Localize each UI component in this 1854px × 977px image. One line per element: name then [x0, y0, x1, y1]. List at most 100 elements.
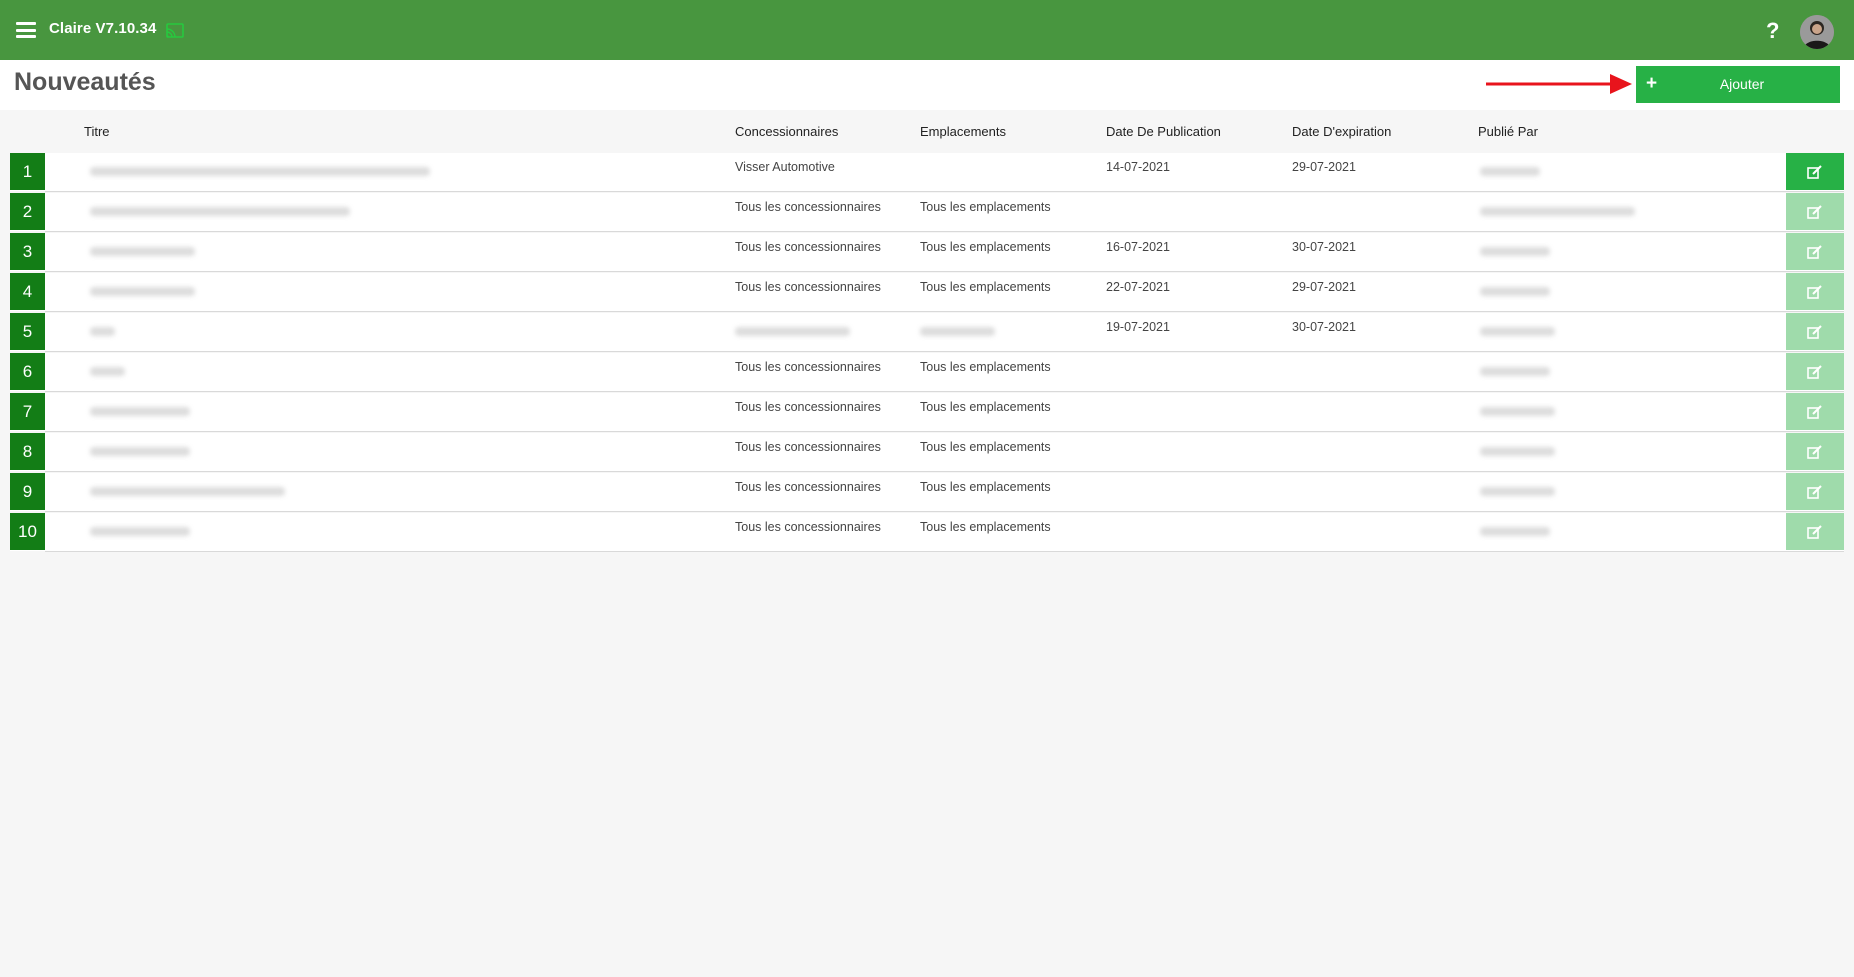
title-redacted: [90, 207, 350, 216]
table-row[interactable]: 10 Tous les concessionnaires Tous les em…: [10, 513, 1844, 552]
table-row[interactable]: 7 Tous les concessionnaires Tous les emp…: [10, 393, 1844, 432]
red-arrow-annotation: [1486, 74, 1632, 94]
cell-concessionnaires: Visser Automotive: [735, 160, 835, 174]
cell-emplacements: Tous les emplacements: [920, 240, 1051, 254]
title-redacted: [90, 167, 430, 176]
add-button[interactable]: + Ajouter: [1636, 66, 1840, 103]
user-avatar[interactable]: [1800, 15, 1834, 49]
edit-icon: [1807, 404, 1822, 419]
edit-icon: [1807, 444, 1822, 459]
title-redacted: [90, 247, 195, 256]
column-header-concessionnaires[interactable]: Concessionnaires: [735, 124, 838, 139]
edit-icon: [1807, 244, 1822, 259]
edit-icon: [1807, 324, 1822, 339]
cell-date-publication: 16-07-2021: [1106, 240, 1170, 254]
table-row[interactable]: 6 Tous les concessionnaires Tous les emp…: [10, 353, 1844, 392]
edit-icon: [1807, 284, 1822, 299]
column-header-date-publication[interactable]: Date De Publication: [1106, 124, 1221, 139]
column-header-publie-par[interactable]: Publié Par: [1478, 124, 1538, 139]
cell-concessionnaires: Tous les concessionnaires: [735, 280, 881, 294]
cell-emplacements: Tous les emplacements: [920, 280, 1051, 294]
table-row[interactable]: 2 Tous les concessionnaires Tous les emp…: [10, 193, 1844, 232]
row-number: 5: [10, 313, 45, 350]
top-bar: Claire V7.10.34 ?: [0, 0, 1854, 60]
edit-button[interactable]: [1786, 513, 1844, 550]
edit-button[interactable]: [1786, 353, 1844, 390]
publisher-redacted: [1480, 247, 1550, 256]
cell-concessionnaires: Tous les concessionnaires: [735, 480, 881, 494]
cell-emplacements: Tous les emplacements: [920, 400, 1051, 414]
publisher-redacted: [1480, 367, 1550, 376]
edit-button[interactable]: [1786, 193, 1844, 230]
cell-concessionnaires: Tous les concessionnaires: [735, 240, 881, 254]
edit-button[interactable]: [1786, 473, 1844, 510]
row-number: 7: [10, 393, 45, 430]
row-number: 1: [10, 153, 45, 190]
publisher-redacted: [1480, 447, 1555, 456]
table-row[interactable]: 4 Tous les concessionnaires Tous les emp…: [10, 273, 1844, 312]
table-row[interactable]: 3 Tous les concessionnaires Tous les emp…: [10, 233, 1844, 272]
cell-date-expiration: 29-07-2021: [1292, 160, 1356, 174]
cell-date-publication: 22-07-2021: [1106, 280, 1170, 294]
cell-date-expiration: 30-07-2021: [1292, 320, 1356, 334]
edit-icon: [1807, 524, 1822, 539]
cell-date-publication: 19-07-2021: [1106, 320, 1170, 334]
edit-button[interactable]: [1786, 393, 1844, 430]
cell-emplacements: Tous les emplacements: [920, 440, 1051, 454]
table-row[interactable]: 8 Tous les concessionnaires Tous les emp…: [10, 433, 1844, 472]
cell-emplacements: Tous les emplacements: [920, 200, 1051, 214]
edit-icon: [1807, 164, 1822, 179]
help-question-icon[interactable]: ?: [1766, 18, 1779, 44]
cast-icon[interactable]: [166, 23, 184, 38]
cell-concessionnaires: Tous les concessionnaires: [735, 200, 881, 214]
table-row[interactable]: 5 19-07-2021 30-07-2021: [10, 313, 1844, 352]
column-header-date-expiration[interactable]: Date D'expiration: [1292, 124, 1391, 139]
page-title: Nouveautés: [14, 68, 156, 96]
publisher-redacted: [1480, 167, 1540, 176]
cell-date-expiration: 29-07-2021: [1292, 280, 1356, 294]
column-header-emplacements[interactable]: Emplacements: [920, 124, 1006, 139]
row-number: 6: [10, 353, 45, 390]
app-title: Claire V7.10.34: [49, 20, 157, 37]
add-button-label: Ajouter: [1719, 76, 1765, 92]
cell-concessionnaires: Tous les concessionnaires: [735, 440, 881, 454]
column-header-titre[interactable]: Titre: [84, 124, 110, 139]
edit-button[interactable]: [1786, 273, 1844, 310]
dealers-redacted: [735, 327, 850, 336]
title-redacted: [90, 367, 125, 376]
publisher-redacted: [1480, 407, 1555, 416]
table-row[interactable]: 9 Tous les concessionnaires Tous les emp…: [10, 473, 1844, 512]
table-row[interactable]: 1 Visser Automotive 14-07-2021 29-07-202…: [10, 153, 1844, 192]
title-redacted: [90, 287, 195, 296]
edit-button[interactable]: [1786, 313, 1844, 350]
publisher-redacted: [1480, 287, 1550, 296]
cell-concessionnaires: Tous les concessionnaires: [735, 520, 881, 534]
title-redacted: [90, 527, 190, 536]
cell-emplacements: Tous les emplacements: [920, 520, 1051, 534]
edit-button[interactable]: [1786, 433, 1844, 470]
title-redacted: [90, 407, 190, 416]
cell-concessionnaires: Tous les concessionnaires: [735, 360, 881, 374]
title-redacted: [90, 327, 115, 336]
locations-redacted: [920, 327, 995, 336]
cell-concessionnaires: Tous les concessionnaires: [735, 400, 881, 414]
title-redacted: [90, 447, 190, 456]
edit-button[interactable]: [1786, 233, 1844, 270]
title-redacted: [90, 487, 285, 496]
hamburger-icon[interactable]: [16, 22, 36, 38]
row-number: 10: [10, 513, 45, 550]
row-number: 8: [10, 433, 45, 470]
row-number: 4: [10, 273, 45, 310]
publisher-redacted: [1480, 487, 1555, 496]
cell-date-expiration: 30-07-2021: [1292, 240, 1356, 254]
cell-emplacements: Tous les emplacements: [920, 360, 1051, 374]
edit-icon: [1807, 364, 1822, 379]
edit-icon: [1807, 484, 1822, 499]
edit-icon: [1807, 204, 1822, 219]
cell-emplacements: Tous les emplacements: [920, 480, 1051, 494]
cell-date-publication: 14-07-2021: [1106, 160, 1170, 174]
row-number: 2: [10, 193, 45, 230]
table-header: Titre Concessionnaires Emplacements Date…: [0, 110, 1854, 152]
publisher-redacted: [1480, 327, 1555, 336]
edit-button[interactable]: [1786, 153, 1844, 190]
